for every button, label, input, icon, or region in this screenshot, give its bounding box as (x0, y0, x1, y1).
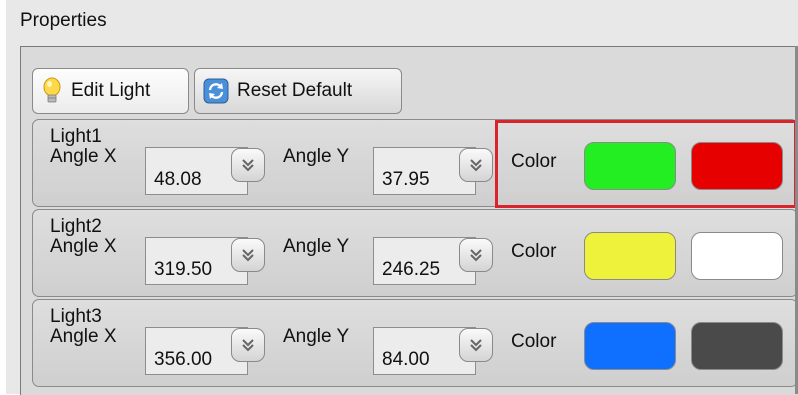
angle-x-label: Angle X (50, 146, 117, 167)
secondary-color-swatch[interactable] (691, 322, 783, 370)
light-title: Light2 (50, 216, 102, 237)
double-chevron-down-icon (470, 159, 482, 172)
double-chevron-down-icon (470, 339, 482, 352)
angle-x-label: Angle X (50, 236, 117, 257)
light2-group: Light2 Angle X 319.50 Angle Y 246.25 Col… (32, 209, 798, 297)
angle-y-label: Angle Y (283, 146, 350, 167)
angle-x-spinner-button[interactable] (231, 238, 265, 272)
reset-default-button[interactable]: Reset Default (194, 68, 402, 114)
angle-y-value: 84.00 (382, 349, 430, 370)
angle-y-label: Angle Y (283, 236, 350, 257)
light3-group: Light3 Angle X 356.00 Angle Y 84.00 Colo… (32, 299, 798, 387)
angle-y-value: 246.25 (382, 259, 441, 280)
angle-x-spinner-button[interactable] (231, 328, 265, 362)
secondary-color-swatch[interactable] (691, 232, 783, 280)
primary-color-swatch[interactable] (584, 232, 676, 280)
primary-color-swatch[interactable] (584, 142, 676, 190)
angle-x-spinner-button[interactable] (231, 148, 265, 182)
double-chevron-down-icon (242, 159, 254, 172)
angle-y-spinner-button[interactable] (459, 328, 493, 362)
angle-y-spinner-button[interactable] (459, 148, 493, 182)
panel-title: Properties (20, 10, 107, 31)
angle-x-value: 356.00 (154, 349, 213, 370)
color-label: Color (511, 151, 557, 172)
primary-color-swatch[interactable] (584, 322, 676, 370)
angle-x-value: 48.08 (154, 169, 202, 190)
light-title: Light1 (50, 126, 102, 147)
double-chevron-down-icon (470, 249, 482, 262)
edit-light-label: Edit Light (71, 80, 151, 101)
lightbulb-icon (41, 77, 63, 105)
color-label: Color (511, 241, 557, 262)
double-chevron-down-icon (242, 339, 254, 352)
angle-x-value: 319.50 (154, 259, 213, 280)
angle-x-label: Angle X (50, 326, 117, 347)
angle-y-value: 37.95 (382, 169, 430, 190)
color-label: Color (511, 331, 557, 352)
angle-y-spinner-button[interactable] (459, 238, 493, 272)
reset-default-label: Reset Default (237, 80, 353, 101)
double-chevron-down-icon (242, 249, 254, 262)
refresh-icon (203, 78, 229, 104)
edit-light-button[interactable]: Edit Light (32, 68, 189, 114)
light-title: Light3 (50, 306, 102, 327)
secondary-color-swatch[interactable] (691, 142, 783, 190)
light1-group: Light1 Angle X 48.08 Angle Y 37.95 Color (32, 119, 798, 207)
angle-y-label: Angle Y (283, 326, 350, 347)
